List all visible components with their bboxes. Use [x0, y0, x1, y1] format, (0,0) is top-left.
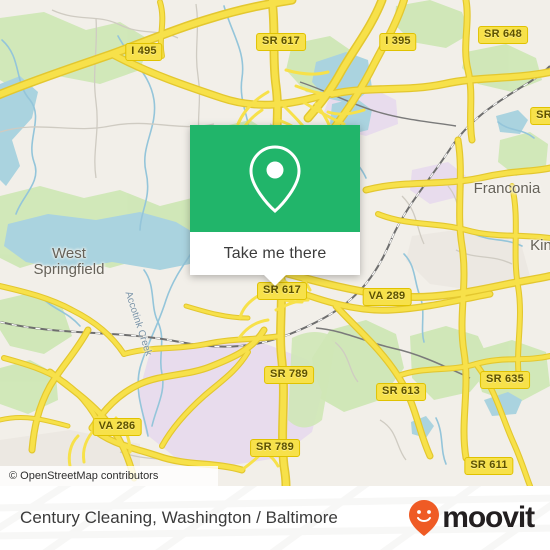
map-canvas[interactable]: West Springfield Franconia Kin Accotink C… [0, 0, 550, 486]
road-shield: SR 613 [376, 383, 426, 401]
popup-footer[interactable]: Take me there [190, 232, 360, 286]
map-pin-icon [249, 144, 301, 213]
road-shield: SR [530, 107, 550, 125]
road-shield: SR 617 [256, 33, 306, 51]
popup-tail [264, 275, 286, 286]
moovit-wordmark: moovit [442, 501, 535, 534]
take-me-there-button[interactable]: Take me there [224, 245, 327, 263]
road-shield: I 495 [125, 43, 163, 61]
osm-attribution[interactable]: © OpenStreetMap contributors [0, 466, 218, 486]
road-shield: SR 789 [250, 439, 300, 457]
road-shield: VA 289 [362, 288, 412, 306]
moovit-smiley-pin-icon [409, 500, 440, 536]
road-shield: SR 789 [264, 366, 314, 384]
road-shield: VA 286 [92, 418, 142, 436]
road-shield: SR 611 [464, 457, 514, 475]
place-title: Century Cleaning, Washington / Baltimore [20, 486, 338, 550]
screenshot-root: West Springfield Franconia Kin Accotink C… [0, 0, 550, 550]
location-popup-card[interactable]: Take me there [190, 125, 360, 286]
place-title-text: Century Cleaning, Washington / Baltimore [20, 508, 338, 527]
footer-bar: Century Cleaning, Washington / Baltimore… [0, 486, 550, 550]
popup-header [190, 125, 360, 232]
road-shield: I 395 [379, 33, 417, 51]
road-shield: SR 648 [478, 26, 528, 44]
road-shield: SR 635 [480, 371, 530, 389]
moovit-brand[interactable]: moovit [408, 486, 535, 550]
osm-attribution-text: © OpenStreetMap contributors [9, 470, 159, 482]
